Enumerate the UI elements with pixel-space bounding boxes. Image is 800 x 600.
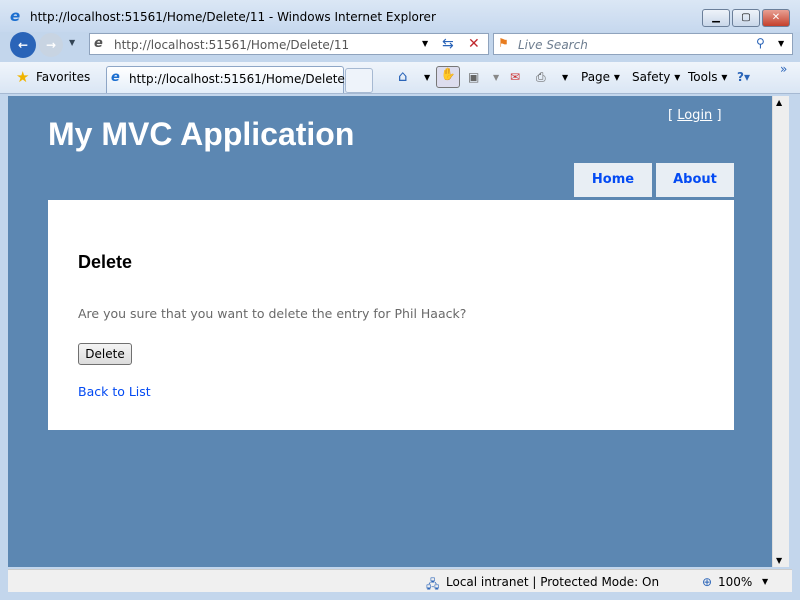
page-viewport: My MVC Application [ Login ] Home About … [8, 96, 772, 567]
mail-icon[interactable]: ✉ [510, 70, 520, 84]
feeds-dropdown-icon[interactable]: ▼ [493, 73, 499, 82]
scroll-down-icon[interactable]: ▼ [776, 556, 782, 565]
zoom-icon[interactable]: ⊕ [702, 575, 712, 589]
favorites-star-icon: ★ [16, 68, 30, 86]
ie-icon: e [10, 7, 21, 25]
tab-title: http://localhost:51561/Home/Delete/11 [129, 72, 365, 86]
new-tab-button[interactable] [345, 68, 373, 93]
scroll-up-icon[interactable]: ▲ [776, 98, 782, 107]
delete-button[interactable]: Delete [78, 343, 132, 365]
page-icon: e [94, 36, 103, 51]
safety-menu[interactable]: Safety ▾ [632, 70, 680, 84]
menu-about[interactable]: About [656, 163, 734, 197]
close-button[interactable]: ✕ [762, 9, 790, 27]
login-link[interactable]: Login [677, 108, 712, 123]
history-dropdown-icon[interactable]: ▼ [69, 38, 75, 47]
back-to-list-link[interactable]: Back to List [78, 384, 151, 399]
search-icon[interactable]: ⚲ [756, 36, 765, 50]
page-heading: Delete [78, 252, 133, 272]
minimize-button[interactable]: ▁ [702, 9, 730, 27]
stop-icon[interactable]: ✕ [468, 36, 480, 52]
zoom-level[interactable]: 100% [718, 575, 752, 589]
back-button[interactable]: ← [10, 32, 36, 58]
zone-status: Local intranet | Protected Mode: On [446, 575, 660, 589]
forward-button[interactable]: → [39, 33, 63, 57]
page-menu[interactable]: Page ▾ [581, 70, 620, 84]
help-icon[interactable]: ?▾ [737, 70, 750, 84]
login-area: [ Login ] [668, 108, 722, 123]
home-dropdown-icon[interactable]: ▼ [424, 73, 430, 82]
maximize-button[interactable]: ▢ [732, 9, 760, 27]
tools-menu[interactable]: Tools ▾ [688, 70, 727, 84]
address-bar[interactable]: e http://localhost:51561/Home/Delete/11 … [89, 33, 489, 55]
site-title: My MVC Application [48, 116, 355, 152]
status-bar: 🖧 Local intranet | Protected Mode: On ⊕ … [8, 569, 792, 592]
intranet-icon: 🖧 [426, 577, 440, 591]
window-title: http://localhost:51561/Home/Delete/11 - … [30, 10, 436, 24]
hand-icon[interactable]: ✋ [436, 66, 460, 88]
menu-home[interactable]: Home [574, 163, 652, 197]
bracket: [ [668, 108, 674, 123]
bracket: ] [716, 108, 722, 123]
zoom-dropdown-icon[interactable]: ▼ [762, 577, 768, 586]
print-dropdown-icon[interactable]: ▼ [562, 73, 568, 82]
vertical-scrollbar[interactable]: ▲ ▼ [772, 96, 789, 567]
home-icon[interactable]: ⌂ [398, 67, 408, 85]
address-dropdown-icon[interactable]: ▼ [422, 39, 428, 48]
tab-ie-icon: e [111, 70, 120, 85]
feeds-icon[interactable]: ▣ [468, 70, 479, 84]
search-input[interactable]: Live Search [518, 38, 588, 52]
print-icon[interactable]: ⎙ [536, 70, 546, 85]
confirm-message: Are you sure that you want to delete the… [78, 306, 467, 321]
windows-logo-icon: ⚑ [498, 36, 509, 50]
main-content: Delete Are you sure that you want to del… [48, 200, 734, 430]
browser-tab[interactable]: e http://localhost:51561/Home/Delete/11 [106, 66, 364, 93]
favorites-button[interactable]: Favorites [36, 70, 90, 84]
refresh-icon[interactable]: ⇆ [442, 36, 454, 52]
search-box[interactable]: ⚑ Live Search ⚲ ▼ [493, 33, 793, 55]
title-bar: e http://localhost:51561/Home/Delete/11 … [0, 0, 800, 32]
search-options-icon[interactable]: ▼ [778, 39, 784, 48]
more-icon[interactable]: » [780, 62, 787, 76]
address-input[interactable]: http://localhost:51561/Home/Delete/11 [114, 38, 349, 52]
